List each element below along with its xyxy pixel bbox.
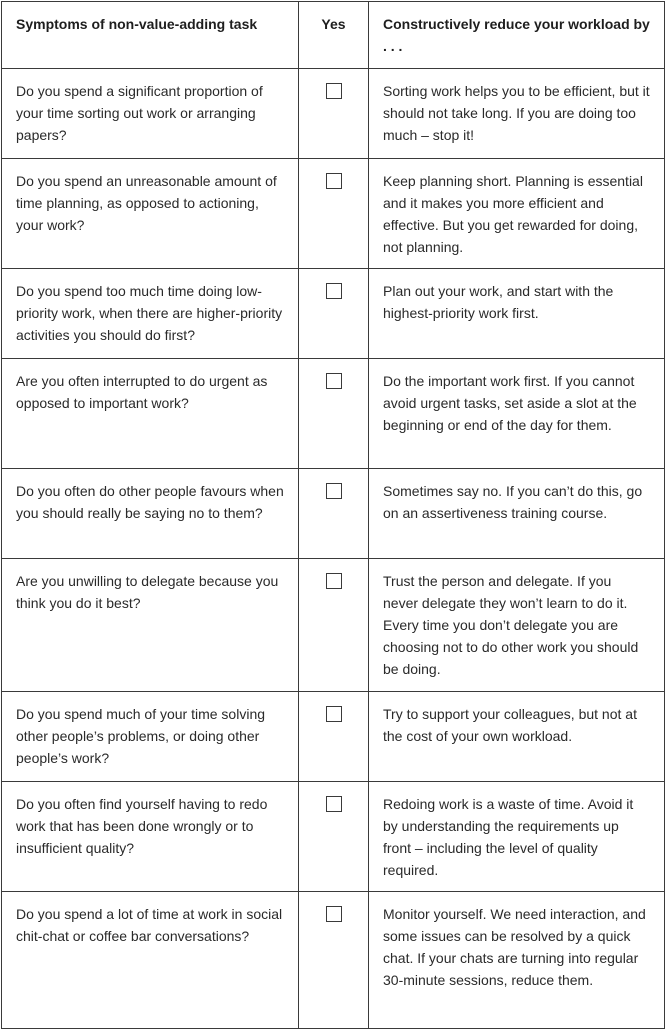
yes-cell: [298, 891, 369, 1029]
table-row: Do you spend an unreasonable amount of t…: [1, 158, 665, 269]
header-reduce: Constructively reduce your workload by .…: [368, 1, 665, 69]
table-row: Do you spend a significant proportion of…: [1, 68, 665, 159]
yes-cell: [298, 158, 369, 269]
yes-cell: [298, 781, 369, 892]
yes-cell: [298, 358, 369, 469]
yes-checkbox[interactable]: [325, 173, 342, 189]
yes-checkbox[interactable]: [325, 283, 342, 299]
workload-checklist-table: Symptoms of non-value-adding task Yes Co…: [1, 1, 665, 1029]
yes-checkbox[interactable]: [325, 373, 342, 389]
yes-checkbox[interactable]: [325, 573, 342, 589]
symptom-cell: Do you spend much of your time solving o…: [1, 691, 299, 782]
header-symptom: Symptoms of non-value-adding task: [1, 1, 299, 69]
symptom-cell: Are you unwilling to delegate because yo…: [1, 558, 299, 692]
symptom-cell: Do you spend a lot of time at work in so…: [1, 891, 299, 1029]
yes-checkbox[interactable]: [325, 706, 342, 722]
yes-checkbox[interactable]: [325, 906, 342, 922]
yes-cell: [298, 468, 369, 559]
symptom-cell: Do you often find yourself having to red…: [1, 781, 299, 892]
reduce-cell: Redoing work is a waste of time. Avoid i…: [368, 781, 665, 892]
yes-checkbox[interactable]: [325, 483, 342, 499]
header-yes: Yes: [298, 1, 369, 69]
yes-cell: [298, 691, 369, 782]
yes-cell: [298, 268, 369, 359]
table-row: Do you spend much of your time solving o…: [1, 691, 665, 782]
table-row: Do you often do other people favours whe…: [1, 468, 665, 559]
reduce-cell: Sorting work helps you to be efficient, …: [368, 68, 665, 159]
symptom-cell: Do you spend too much time doing low-pri…: [1, 268, 299, 359]
table-row: Do you spend too much time doing low-pri…: [1, 268, 665, 359]
table-row: Do you spend a lot of time at work in so…: [1, 891, 665, 1029]
header-row: Symptoms of non-value-adding task Yes Co…: [1, 1, 665, 69]
reduce-cell: Trust the person and delegate. If you ne…: [368, 558, 665, 692]
reduce-cell: Plan out your work, and start with the h…: [368, 268, 665, 359]
yes-checkbox[interactable]: [325, 796, 342, 812]
table-row: Are you often interrupted to do urgent a…: [1, 358, 665, 469]
yes-cell: [298, 558, 369, 692]
reduce-cell: Monitor yourself. We need interaction, a…: [368, 891, 665, 1029]
symptom-cell: Are you often interrupted to do urgent a…: [1, 358, 299, 469]
yes-checkbox[interactable]: [325, 83, 342, 99]
table-row: Do you often find yourself having to red…: [1, 781, 665, 892]
reduce-cell: Sometimes say no. If you can’t do this, …: [368, 468, 665, 559]
reduce-cell: Do the important work first. If you cann…: [368, 358, 665, 469]
symptom-cell: Do you spend an unreasonable amount of t…: [1, 158, 299, 269]
symptom-cell: Do you spend a significant proportion of…: [1, 68, 299, 159]
yes-cell: [298, 68, 369, 159]
reduce-cell: Keep planning short. Planning is essenti…: [368, 158, 665, 269]
reduce-cell: Try to support your colleagues, but not …: [368, 691, 665, 782]
table-row: Are you unwilling to delegate because yo…: [1, 558, 665, 692]
symptom-cell: Do you often do other people favours whe…: [1, 468, 299, 559]
